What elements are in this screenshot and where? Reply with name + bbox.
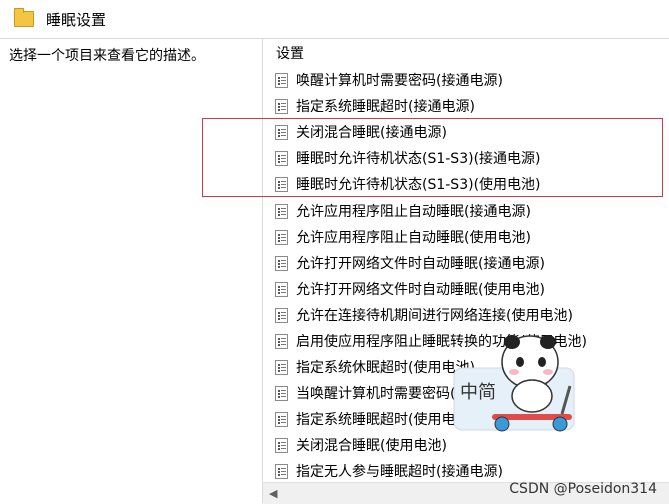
list-item-label: 允许应用程序阻止自动睡眠(使用电池)	[296, 230, 531, 246]
policy-setting-icon	[275, 281, 288, 297]
policy-setting-icon	[275, 255, 288, 271]
list-item-label: 指定无人参与睡眠超时(接通电源)	[296, 464, 503, 480]
policy-setting-icon	[275, 333, 288, 349]
list-item[interactable]: 关闭混合睡眠(使用电池)	[275, 432, 655, 458]
sticker-text: 中简	[460, 382, 496, 403]
window-title: 睡眠设置	[46, 11, 107, 29]
policy-setting-icon	[275, 229, 288, 245]
folder-icon	[14, 8, 34, 27]
list-item[interactable]: 允许打开网络文件时自动睡眠(使用电池)	[275, 276, 655, 302]
list-item[interactable]: 唤醒计算机时需要密码(接通电源)	[275, 67, 655, 93]
policy-setting-icon	[275, 72, 288, 88]
list-item-label: 唤醒计算机时需要密码(接通电源)	[296, 73, 503, 89]
policy-setting-icon	[275, 307, 288, 323]
list-item-label: 允许打开网络文件时自动睡眠(接通电源)	[296, 256, 545, 272]
list-item[interactable]: 允许应用程序阻止自动睡眠(使用电池)	[275, 224, 655, 250]
list-item[interactable]: 指定系统睡眠超时(接通电源)	[275, 93, 655, 119]
policy-setting-icon	[275, 359, 288, 375]
list-item-label: 指定系统睡眠超时(使用电池)	[296, 412, 475, 428]
panda-scooter-sticker: 中简	[453, 335, 575, 432]
policy-setting-icon	[275, 98, 288, 114]
watermark: CSDN @Poseidon314	[509, 481, 657, 497]
list-item-label: 允许应用程序阻止自动睡眠(接通电源)	[296, 204, 531, 220]
list-item[interactable]: 允许应用程序阻止自动睡眠(接通电源)	[275, 198, 655, 224]
policy-setting-icon	[275, 385, 288, 401]
policy-setting-icon	[275, 203, 288, 219]
list-item[interactable]: 允许在连接待机期间进行网络连接(使用电池)	[275, 302, 655, 328]
scroll-left-arrow-icon[interactable]: ◀	[269, 487, 277, 500]
list-item-label: 指定系统睡眠超时(接通电源)	[296, 99, 475, 115]
list-item-label: 关闭混合睡眠(使用电池)	[296, 438, 447, 454]
list-item-label: 指定系统休眠超时(使用电池)	[296, 360, 475, 376]
policy-setting-icon	[275, 437, 288, 453]
policy-setting-icon	[275, 463, 288, 479]
list-item-label: 允许打开网络文件时自动睡眠(使用电池)	[296, 282, 545, 298]
list-item-label: 允许在连接待机期间进行网络连接(使用电池)	[296, 308, 573, 324]
column-header-settings[interactable]: 设置	[276, 43, 304, 63]
title-bar: 睡眠设置	[0, 0, 669, 39]
policy-setting-icon	[275, 411, 288, 427]
description-pane: 选择一个项目来查看它的描述。	[0, 39, 263, 503]
description-text: 选择一个项目来查看它的描述。	[9, 48, 205, 64]
list-item[interactable]: 允许打开网络文件时自动睡眠(接通电源)	[275, 250, 655, 276]
highlight-box	[202, 118, 663, 197]
